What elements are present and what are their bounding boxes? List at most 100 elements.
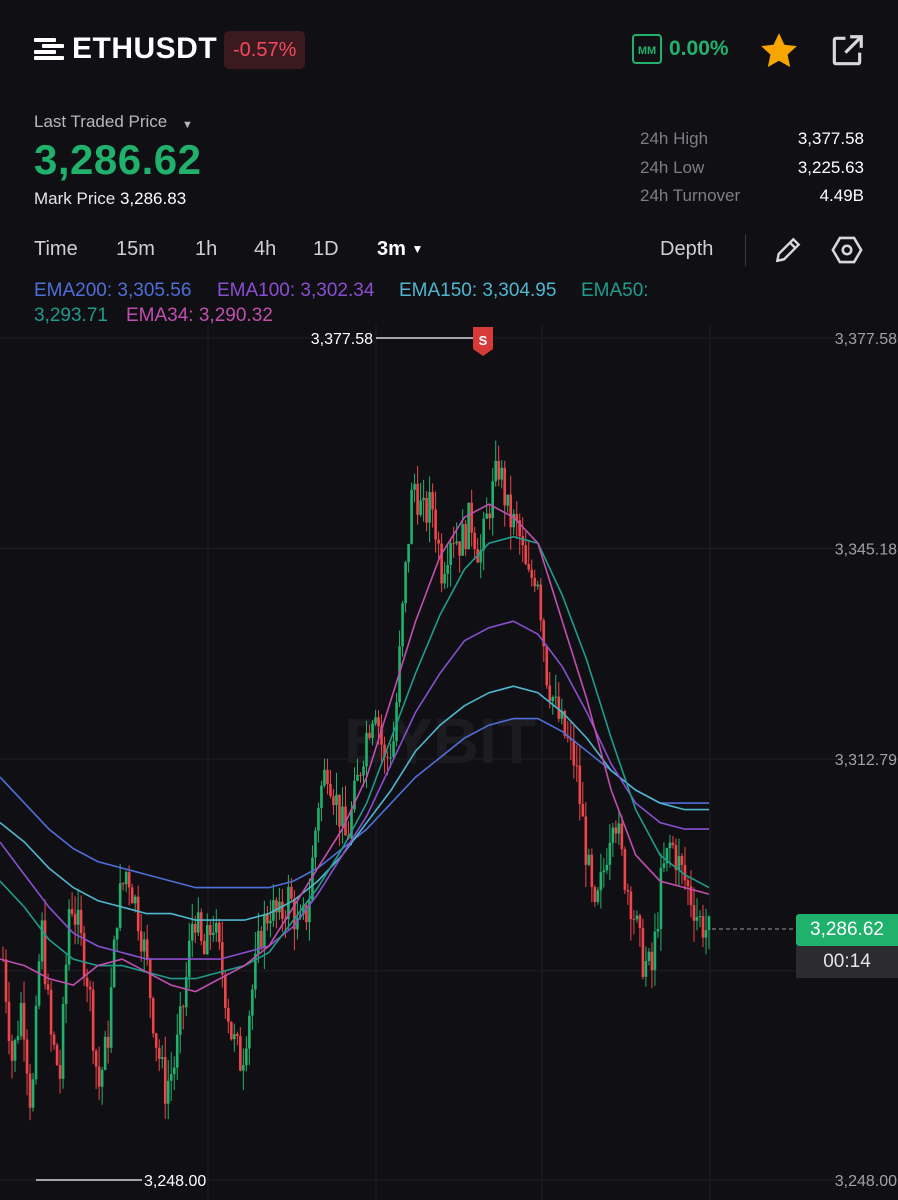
caret-down-icon: ▼ (411, 242, 424, 256)
candle-body (202, 940, 206, 955)
candle-body (527, 564, 531, 570)
tab-time[interactable]: Time (34, 238, 78, 261)
candle-body (503, 467, 507, 506)
candle-body (317, 808, 320, 831)
tab-1d[interactable]: 1D (313, 238, 339, 261)
candle-body (154, 1033, 158, 1048)
candle-body (58, 1065, 62, 1079)
tab-1h[interactable]: 1h (195, 238, 217, 261)
share-icon[interactable] (828, 32, 866, 70)
pencil-icon[interactable] (772, 234, 804, 266)
candle-body (659, 867, 663, 929)
candle-body (374, 717, 377, 724)
candle-body (160, 1057, 164, 1059)
symbol-title[interactable]: ETHUSDT (72, 32, 217, 66)
candle-body (488, 513, 491, 519)
candle-body (178, 1006, 182, 1035)
ema150-legend: EMA150: 3,304.95 (399, 280, 557, 301)
tab-3m[interactable]: 3m ▼ (377, 238, 423, 261)
candle-body (641, 928, 645, 977)
tab-depth[interactable]: Depth (660, 238, 713, 261)
candle-body (100, 1069, 104, 1087)
candle-body (578, 765, 582, 805)
candle-body (172, 1067, 176, 1075)
price-chart[interactable]: BYBIT3,377.583,345.183,312.793,248.003,3… (0, 325, 898, 1200)
candle-body (335, 794, 338, 806)
candle-body (482, 518, 485, 551)
candle-body (46, 984, 50, 990)
candle-body (614, 827, 618, 834)
tab-3m-label: 3m (377, 238, 406, 260)
candle-body (148, 959, 152, 999)
change-badge: -0.57% (224, 31, 306, 69)
candle-body (548, 685, 552, 702)
stat-24h-low-label: 24h Low (640, 158, 705, 177)
candle-body (157, 1047, 161, 1059)
candle-body (401, 603, 404, 647)
candle-body (320, 785, 323, 809)
candle-body (434, 509, 437, 540)
candle-body (653, 931, 657, 971)
candle-body (269, 920, 272, 924)
ema34-legend: EMA34: 3,290.32 (126, 305, 273, 326)
candle-body (431, 492, 434, 510)
candle-body (539, 584, 543, 621)
candle-body (248, 1015, 251, 1049)
candle-body (410, 489, 413, 544)
candle-body (365, 732, 368, 767)
candle-body (524, 545, 528, 565)
candle-body (608, 842, 612, 865)
settings-icon[interactable] (830, 233, 864, 267)
star-icon[interactable] (758, 30, 800, 72)
candle-body (371, 723, 374, 738)
candle-body (338, 794, 341, 827)
candle-body (458, 541, 461, 556)
candle-body (545, 646, 549, 686)
divider (745, 234, 746, 266)
candle-body (64, 964, 68, 1005)
candle-body (428, 492, 431, 523)
candle-body (584, 816, 588, 865)
candle-body (266, 914, 269, 924)
candle-body (85, 977, 89, 987)
candle-body (260, 930, 263, 948)
candle-body (455, 541, 458, 544)
last-price: 3,286.62 (34, 136, 202, 183)
stat-24h-high-value: 3,377.58 (797, 129, 864, 148)
candle-body (227, 1007, 230, 1022)
candle-body (617, 823, 621, 834)
candle-body (392, 741, 395, 758)
candle-body (497, 460, 501, 480)
candle-body (97, 1066, 101, 1087)
tab-4h[interactable]: 4h (254, 238, 276, 261)
candle-body (443, 573, 446, 584)
menu-icon[interactable] (34, 38, 64, 64)
candle-body (37, 961, 41, 1006)
candle-body (61, 1004, 65, 1079)
candle-body (208, 925, 212, 936)
candle-body (698, 916, 702, 918)
candle-body (629, 891, 633, 920)
candle-body (461, 524, 464, 556)
last-traded-price-label[interactable]: Last Traded Price (34, 112, 167, 132)
mm-value: 0.00% (669, 37, 729, 60)
candle-body (199, 912, 203, 941)
candle-body (605, 864, 609, 871)
mm-icon[interactable]: MM (632, 34, 662, 64)
candle-body (326, 769, 329, 784)
caret-down-icon[interactable]: ▼ (182, 119, 193, 131)
candle-body (193, 923, 197, 933)
candle-body (632, 919, 636, 921)
candle-body (79, 909, 83, 934)
candle-body (422, 497, 425, 501)
candle-body (572, 740, 576, 766)
tab-15m[interactable]: 15m (116, 238, 155, 261)
candle-body (40, 920, 44, 962)
candle-body (88, 986, 92, 990)
candle-body (377, 717, 380, 727)
candle-body (22, 1002, 26, 1040)
candle-body (130, 887, 134, 904)
candle-body (506, 494, 510, 506)
candle-body (695, 917, 699, 921)
mark-price-value: 3,286.83 (119, 189, 187, 208)
